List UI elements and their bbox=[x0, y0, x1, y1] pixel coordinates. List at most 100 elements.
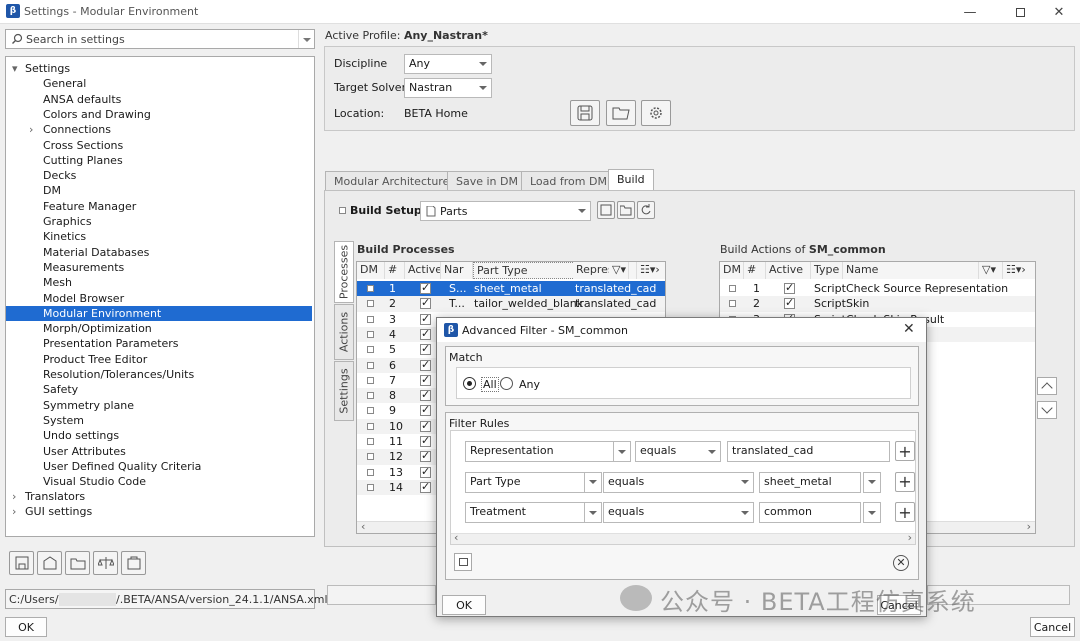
build-setup-select[interactable]: Parts bbox=[420, 201, 591, 221]
rule-field-dropdown[interactable] bbox=[584, 471, 602, 493]
rule-value-input[interactable]: sheet_metal bbox=[759, 471, 861, 493]
processes-col-header[interactable]: # bbox=[385, 262, 405, 279]
column-filter-icon[interactable]: ▽▾ bbox=[609, 262, 629, 279]
open-setup-button[interactable] bbox=[617, 201, 635, 219]
processes-col-header[interactable]: Active bbox=[405, 262, 441, 279]
tree-item-cross-sections[interactable]: Cross Sections bbox=[6, 138, 312, 153]
tree-item-connections[interactable]: › Connections bbox=[6, 122, 312, 137]
dm-checkbox[interactable] bbox=[367, 346, 374, 354]
maximize-button[interactable] bbox=[998, 0, 1042, 24]
clear-rules-icon[interactable]: ✕ bbox=[893, 555, 909, 571]
tree-item-system[interactable]: System bbox=[6, 413, 312, 428]
rule-value-dropdown[interactable] bbox=[863, 502, 881, 523]
tree-item-mesh[interactable]: Mesh bbox=[6, 275, 312, 290]
save-as-button[interactable] bbox=[37, 551, 62, 575]
add-rule-plus-icon[interactable]: + bbox=[895, 441, 915, 461]
column-filter-icon[interactable]: ▽▾ bbox=[979, 262, 1003, 279]
rules-hscrollbar[interactable]: ‹ › bbox=[451, 531, 915, 544]
processes-col-header[interactable]: Part Type bbox=[473, 262, 577, 279]
save-settings-button[interactable] bbox=[9, 551, 34, 575]
save-setup-button[interactable] bbox=[597, 201, 615, 219]
actions-col-header[interactable]: Type bbox=[811, 262, 843, 279]
tree-root-settings[interactable]: ▾ Settings bbox=[6, 61, 312, 76]
active-checkbox[interactable] bbox=[420, 449, 431, 463]
add-rule-plus-icon[interactable]: + bbox=[895, 471, 915, 492]
tree-item-dm[interactable]: DM bbox=[6, 183, 312, 198]
rule-field-select[interactable]: Representation bbox=[465, 441, 614, 462]
close-window-button[interactable]: ✕ bbox=[1037, 0, 1080, 24]
rule-operator-select[interactable]: equals bbox=[603, 502, 754, 523]
tree-item-gui-settings[interactable]: › GUI settings bbox=[6, 504, 312, 519]
rule-value-input[interactable]: common bbox=[759, 502, 861, 523]
tree-item-resolution-tolerances-units[interactable]: Resolution/Tolerances/Units bbox=[6, 367, 312, 382]
rule-field-select[interactable]: Part Type bbox=[465, 471, 585, 493]
search-input[interactable]: Search in settings bbox=[5, 29, 315, 49]
active-checkbox[interactable] bbox=[420, 419, 431, 432]
actions-col-header[interactable]: Active bbox=[766, 262, 811, 279]
filter-rules-list[interactable]: Representation equals translated_cad + Part … bbox=[450, 430, 916, 545]
settings-tree[interactable]: ▾ Settings General ANSA defaults Colors and… bbox=[5, 56, 315, 537]
action-row[interactable]: 2 ScriptSkin bbox=[720, 296, 1035, 312]
tree-item-translators[interactable]: › Translators bbox=[6, 489, 312, 504]
cancel-button[interactable]: Cancel bbox=[1030, 617, 1075, 637]
add-rule-plus-icon[interactable]: + bbox=[895, 502, 915, 522]
refresh-setup-button[interactable] bbox=[637, 201, 655, 219]
dm-checkbox[interactable] bbox=[367, 422, 374, 430]
tree-item-product-tree-editor[interactable]: Product Tree Editor bbox=[6, 352, 312, 367]
match-all-radio[interactable] bbox=[463, 377, 476, 390]
active-checkbox[interactable] bbox=[420, 465, 431, 478]
tree-item-decks[interactable]: Decks bbox=[6, 168, 312, 183]
tree-item-visual-studio-code[interactable]: Visual Studio Code bbox=[6, 474, 312, 489]
actions-col-header[interactable]: # bbox=[744, 262, 766, 279]
active-checkbox[interactable] bbox=[420, 312, 431, 325]
compare-button[interactable] bbox=[93, 551, 118, 575]
dialog-close-button[interactable]: ✕ bbox=[903, 321, 915, 337]
active-checkbox[interactable] bbox=[420, 388, 431, 402]
dm-checkbox[interactable] bbox=[367, 392, 374, 400]
tree-item-material-databases[interactable]: Material Databases bbox=[6, 245, 312, 260]
tree-item-presentation-parameters[interactable]: Presentation Parameters bbox=[6, 336, 312, 351]
active-checkbox[interactable] bbox=[420, 342, 431, 356]
dm-checkbox[interactable] bbox=[367, 361, 374, 369]
side-tab-settings[interactable]: Settings bbox=[334, 361, 354, 421]
actions-col-header[interactable]: Name bbox=[843, 262, 979, 279]
process-row[interactable]: 1 S... sheet_metal translated_cad bbox=[357, 281, 665, 297]
processes-col-header[interactable]: Nar bbox=[441, 262, 473, 279]
active-checkbox[interactable] bbox=[420, 327, 431, 340]
side-tab-processes[interactable]: Processes bbox=[334, 241, 354, 303]
column-chooser-icon[interactable]: ☷▾› bbox=[1003, 262, 1035, 279]
rule-field-select[interactable]: Treatment bbox=[465, 502, 585, 523]
tree-item-feature-manager[interactable]: Feature Manager bbox=[6, 199, 312, 214]
ok-button[interactable]: OK bbox=[5, 617, 47, 637]
search-dropdown-button[interactable] bbox=[298, 30, 314, 48]
tree-item-morph-optimization[interactable]: Morph/Optimization bbox=[6, 321, 312, 336]
target-solver-select[interactable]: Nastran bbox=[404, 78, 492, 98]
rule-operator-select[interactable]: equals bbox=[635, 441, 721, 462]
profile-settings-button[interactable] bbox=[641, 100, 671, 126]
active-checkbox[interactable] bbox=[420, 358, 431, 371]
move-up-button[interactable] bbox=[1037, 377, 1057, 395]
tab-build[interactable]: Build bbox=[608, 169, 654, 191]
dm-checkbox[interactable] bbox=[367, 315, 374, 323]
save-profile-button[interactable] bbox=[570, 100, 600, 126]
dm-checkbox[interactable] bbox=[367, 330, 374, 338]
active-checkbox[interactable] bbox=[784, 296, 795, 310]
move-down-button[interactable] bbox=[1037, 401, 1057, 419]
column-chooser-icon[interactable]: ☷▾› bbox=[637, 262, 665, 279]
bottom-button-left[interactable] bbox=[327, 585, 436, 605]
active-checkbox[interactable] bbox=[420, 403, 431, 417]
dm-checkbox[interactable] bbox=[729, 285, 736, 292]
processes-col-header[interactable]: DM bbox=[357, 262, 385, 279]
add-rule-button[interactable] bbox=[454, 553, 472, 571]
side-tab-actions[interactable]: Actions bbox=[334, 304, 354, 360]
active-checkbox[interactable] bbox=[420, 281, 431, 294]
reset-button[interactable] bbox=[121, 551, 146, 575]
open-settings-button[interactable] bbox=[65, 551, 90, 575]
dm-checkbox[interactable] bbox=[729, 300, 736, 308]
build-setup-toggle[interactable] bbox=[339, 207, 346, 214]
rule-value-input[interactable]: translated_cad bbox=[727, 441, 890, 462]
tab-load-from-dm[interactable]: Load from DM bbox=[521, 171, 616, 190]
dm-checkbox[interactable] bbox=[367, 407, 374, 415]
process-row[interactable]: 2 T... tailor_welded_blanktranslated_cad bbox=[357, 296, 665, 312]
tree-item-safety[interactable]: Safety bbox=[6, 382, 312, 397]
